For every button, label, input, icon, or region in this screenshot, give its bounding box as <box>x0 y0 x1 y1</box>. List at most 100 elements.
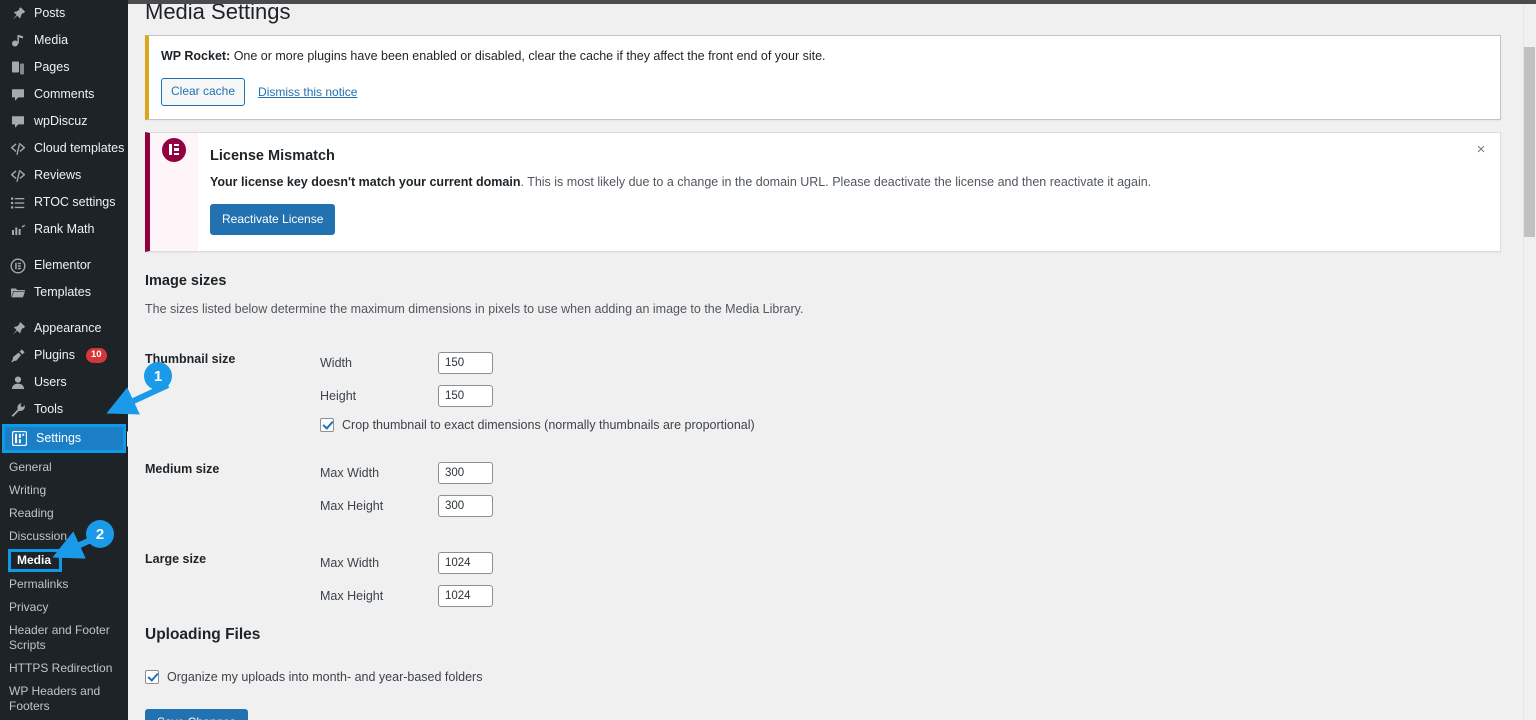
user-icon <box>9 374 26 391</box>
sidebar-item-label: Appearance <box>34 322 101 335</box>
wordpress-admin-screen: Posts Media Pages Comments wpDiscuz Cloud tem… <box>0 0 1536 720</box>
settings-icon <box>11 430 28 447</box>
sidebar-item-templates[interactable]: Templates <box>0 279 128 306</box>
sidebar-item-pages[interactable]: Pages <box>0 54 128 81</box>
sidebar-item-plugins[interactable]: Plugins 10 <box>0 342 128 369</box>
sidebar-item-label: Pages <box>34 61 69 74</box>
plug-icon <box>9 347 26 364</box>
organize-uploads-label: Organize my uploads into month- and year… <box>167 670 482 684</box>
spacer-row <box>145 522 1501 546</box>
large-width-input[interactable] <box>438 552 493 574</box>
notice-wp-rocket-message: One or more plugins have been enabled or… <box>230 49 825 63</box>
large-width-row: Max Width <box>320 546 1491 579</box>
medium-width-row: Max Width <box>320 456 1491 489</box>
organize-uploads-row[interactable]: Organize my uploads into month- and year… <box>145 670 1501 684</box>
submenu-item-wp-headers-and-footers[interactable]: WP Headers and Footers <box>0 680 128 718</box>
table-row-thumbnail: Thumbnail size Width Height Crop thumbna… <box>145 346 1501 432</box>
large-size-label: Large size <box>145 546 320 612</box>
crop-thumbnail-row[interactable]: Crop thumbnail to exact dimensions (norm… <box>320 418 1491 432</box>
spacer-row <box>145 432 1501 456</box>
annotation-badge-2: 2 <box>86 520 114 548</box>
submenu-item-reading[interactable]: Reading <box>0 502 128 525</box>
clear-cache-button[interactable]: Clear cache <box>161 78 245 106</box>
large-height-input[interactable] <box>438 585 493 607</box>
sidebar-item-appearance[interactable]: Appearance <box>0 315 128 342</box>
sidebar-item-cloud-templates[interactable]: Cloud templates <box>0 135 128 162</box>
thumbnail-width-label: Width <box>320 356 438 370</box>
sidebar-item-rtoc-settings[interactable]: RTOC settings <box>0 189 128 216</box>
sidebar-item-settings[interactable]: Settings <box>2 424 126 453</box>
scrollbar-thumb[interactable] <box>1524 47 1535 237</box>
submenu-item-media[interactable]: Media <box>8 549 62 572</box>
notice-license-mismatch: × License Mismatch Your license key does… <box>145 132 1501 253</box>
organize-uploads-checkbox[interactable] <box>145 670 159 684</box>
sidebar-item-posts[interactable]: Posts <box>0 0 128 27</box>
notice-wp-rocket-prefix: WP Rocket: <box>161 49 230 63</box>
sidebar-item-label: Elementor <box>34 259 91 272</box>
sidebar-item-label: RTOC settings <box>34 196 116 209</box>
admin-sidebar[interactable]: Posts Media Pages Comments wpDiscuz Cloud tem… <box>0 0 128 720</box>
elementor-icon <box>9 257 26 274</box>
submenu-item-privacy[interactable]: Privacy <box>0 596 128 619</box>
sidebar-item-media[interactable]: Media <box>0 27 128 54</box>
reactivate-license-button[interactable]: Reactivate License <box>210 204 335 235</box>
folder-icon <box>9 284 26 301</box>
large-width-label: Max Width <box>320 556 438 570</box>
uploading-files-heading: Uploading Files <box>145 626 1501 644</box>
sidebar-item-label: Cloud templates <box>34 142 124 155</box>
sidebar-item-users[interactable]: Users <box>0 369 128 396</box>
notice-wp-rocket-actions: Clear cache Dismiss this notice <box>161 78 1488 106</box>
notice-wp-rocket: WP Rocket: One or more plugins have been… <box>145 35 1501 120</box>
save-changes-button[interactable]: Save Changes <box>145 709 248 720</box>
submenu-item-header-and-footer-scripts[interactable]: Header and Footer Scripts <box>0 619 128 657</box>
crop-thumbnail-label: Crop thumbnail to exact dimensions (norm… <box>342 418 755 432</box>
close-icon[interactable]: × <box>1472 141 1490 159</box>
sidebar-item-elementor[interactable]: Elementor <box>0 252 128 279</box>
medium-height-label: Max Height <box>320 499 438 513</box>
sidebar-item-rank-math[interactable]: Rank Math <box>0 216 128 243</box>
plugins-update-badge: 10 <box>86 348 107 362</box>
sidebar-item-label: Rank Math <box>34 223 94 236</box>
sidebar-item-wpdiscuz[interactable]: wpDiscuz <box>0 108 128 135</box>
annotation-badge-1: 1 <box>144 362 172 390</box>
list-icon <box>9 194 26 211</box>
submenu-item-general[interactable]: General <box>0 456 128 479</box>
pin-icon <box>9 5 26 22</box>
reviews-icon <box>9 167 26 184</box>
thumbnail-width-row: Width <box>320 346 1491 379</box>
medium-size-label: Medium size <box>145 456 320 522</box>
pages-icon <box>9 59 26 76</box>
medium-height-row: Max Height <box>320 489 1491 522</box>
sidebar-item-label: Plugins <box>34 349 75 362</box>
notice-license-body-rest: . This is most likely due to a change in… <box>520 175 1151 189</box>
table-row-medium: Medium size Max Width Max Height <box>145 456 1501 522</box>
submenu-item-writing[interactable]: Writing <box>0 479 128 502</box>
image-sizes-description: The sizes listed below determine the max… <box>145 300 1501 319</box>
submenu-item-permalinks[interactable]: Permalinks <box>0 573 128 596</box>
crop-thumbnail-checkbox[interactable] <box>320 418 334 432</box>
thumbnail-height-row: Height <box>320 379 1491 412</box>
submenu-item-https-redirection[interactable]: HTTPS Redirection <box>0 657 128 680</box>
notice-license-body: Your license key doesn't match your curr… <box>210 173 1482 192</box>
sidebar-item-label: Media <box>34 34 68 47</box>
page-scrollbar[interactable] <box>1523 4 1536 720</box>
medium-height-input[interactable] <box>438 495 493 517</box>
sidebar-item-label: Users <box>34 376 67 389</box>
sidebar-item-label: Comments <box>34 88 94 101</box>
menu-divider <box>0 306 128 315</box>
image-sizes-heading: Image sizes <box>145 273 1501 289</box>
medium-width-input[interactable] <box>438 462 493 484</box>
sidebar-item-tools[interactable]: Tools <box>0 396 128 423</box>
sidebar-item-label: Tools <box>34 403 63 416</box>
sidebar-item-comments[interactable]: Comments <box>0 81 128 108</box>
dismiss-notice-link[interactable]: Dismiss this notice <box>258 85 357 99</box>
table-row-large: Large size Max Width Max Height <box>145 546 1501 612</box>
sidebar-item-label: wpDiscuz <box>34 115 88 128</box>
cloud-templates-icon <box>9 140 26 157</box>
thumbnail-width-input[interactable] <box>438 352 493 374</box>
sidebar-item-reviews[interactable]: Reviews <box>0 162 128 189</box>
thumbnail-height-input[interactable] <box>438 385 493 407</box>
settings-submenu[interactable]: GeneralWritingReadingDiscussionMediaPerm… <box>0 454 128 720</box>
comment-icon <box>9 113 26 130</box>
brush-icon <box>9 320 26 337</box>
